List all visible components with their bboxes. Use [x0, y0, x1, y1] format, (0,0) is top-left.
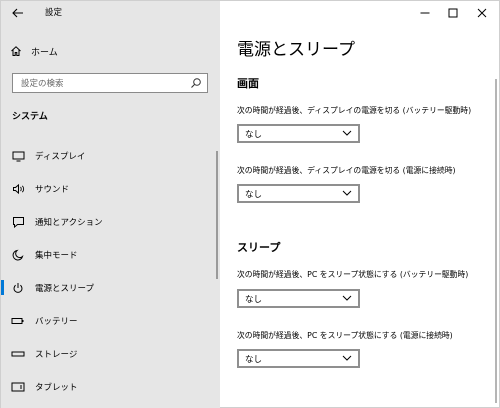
back-arrow-icon — [12, 8, 23, 18]
sleep-plugged-label: 次の時間が経過後、PC をスリープ状態にする (電源に接続時) — [237, 331, 453, 340]
home-icon — [9, 44, 23, 58]
screen-plugged-label: 次の時間が経過後、ディスプレイの電源を切る (電源に接続時) — [237, 166, 456, 175]
section-heading-screen: 画面 — [237, 77, 259, 90]
storage-icon — [11, 347, 25, 361]
home-label: ホーム — [31, 47, 58, 58]
sidebar-item-label: タブレット — [35, 382, 78, 393]
close-icon — [477, 8, 487, 18]
back-button[interactable] — [1, 1, 35, 25]
sidebar-item-label: サウンド — [35, 184, 70, 195]
sidebar-item-label: 電源とスリープ — [35, 283, 94, 294]
maximize-button[interactable] — [439, 1, 467, 25]
sidebar-nav: ディスプレイ サウンド 通知とアクション 集中モード 電源とスリープ バッテリー… — [1, 139, 220, 403]
settings-window: 設定 ホーム 設定の検索 システム ディスプレイ サウンド 通知とアクション 集… — [0, 0, 500, 408]
sidebar-item-storage[interactable]: ストレージ — [1, 337, 220, 370]
sidebar-item-focus[interactable]: 集中モード — [1, 238, 220, 271]
sidebar: 設定 ホーム 設定の検索 システム ディスプレイ サウンド 通知とアクション 集… — [1, 1, 220, 408]
screen-plugged-dropdown[interactable]: なし — [237, 184, 360, 203]
sidebar-item-tablet[interactable]: タブレット — [1, 370, 220, 403]
dropdown-value: なし — [245, 189, 263, 200]
sidebar-item-sound[interactable]: サウンド — [1, 172, 220, 205]
minimize-icon — [420, 12, 430, 14]
sidebar-item-label: 集中モード — [35, 250, 78, 261]
sidebar-item-display[interactable]: ディスプレイ — [1, 139, 220, 172]
sidebar-item-label: ディスプレイ — [35, 151, 86, 162]
chevron-down-icon — [342, 129, 352, 140]
sidebar-item-label: バッテリー — [35, 316, 78, 327]
sidebar-item-power-sleep[interactable]: 電源とスリープ — [1, 271, 220, 304]
sidebar-scrollbar[interactable] — [216, 151, 218, 279]
moon-icon — [11, 248, 25, 262]
app-title: 設定 — [45, 8, 63, 18]
minimize-button[interactable] — [411, 1, 439, 25]
sleep-plugged-dropdown[interactable]: なし — [237, 349, 360, 368]
sidebar-item-home[interactable]: ホーム — [9, 41, 58, 61]
section-heading-sleep: スリープ — [237, 241, 281, 254]
chevron-down-icon — [342, 189, 352, 200]
sidebar-item-notifications[interactable]: 通知とアクション — [1, 205, 220, 238]
close-button[interactable] — [468, 1, 496, 25]
battery-icon — [11, 314, 25, 328]
search-placeholder: 設定の検索 — [21, 79, 64, 89]
sidebar-item-label: 通知とアクション — [35, 217, 103, 228]
search-input[interactable]: 設定の検索 — [12, 73, 208, 93]
power-icon — [11, 281, 25, 295]
speaker-icon — [11, 182, 25, 196]
section-label-system: システム — [12, 112, 48, 122]
tablet-icon — [11, 380, 25, 394]
screen-battery-label: 次の時間が経過後、ディスプレイの電源を切る (バッテリー駆動時) — [237, 106, 472, 115]
content-scrollbar[interactable] — [495, 79, 497, 403]
notification-icon — [11, 215, 25, 229]
page-title: 電源とスリープ — [237, 40, 355, 60]
sleep-battery-label: 次の時間が経過後、PC をスリープ状態にする (バッテリー駆動時) — [237, 270, 469, 279]
dropdown-value: なし — [245, 354, 263, 365]
search-icon — [190, 77, 202, 92]
chevron-down-icon — [342, 354, 352, 365]
chevron-down-icon — [342, 294, 352, 305]
sidebar-item-battery[interactable]: バッテリー — [1, 304, 220, 337]
sleep-battery-dropdown[interactable]: なし — [237, 289, 360, 308]
display-icon — [11, 149, 25, 163]
screen-battery-dropdown[interactable]: なし — [237, 124, 360, 143]
sidebar-item-label: ストレージ — [35, 349, 78, 360]
dropdown-value: なし — [245, 129, 263, 140]
dropdown-value: なし — [245, 294, 263, 305]
maximize-icon — [448, 8, 458, 18]
